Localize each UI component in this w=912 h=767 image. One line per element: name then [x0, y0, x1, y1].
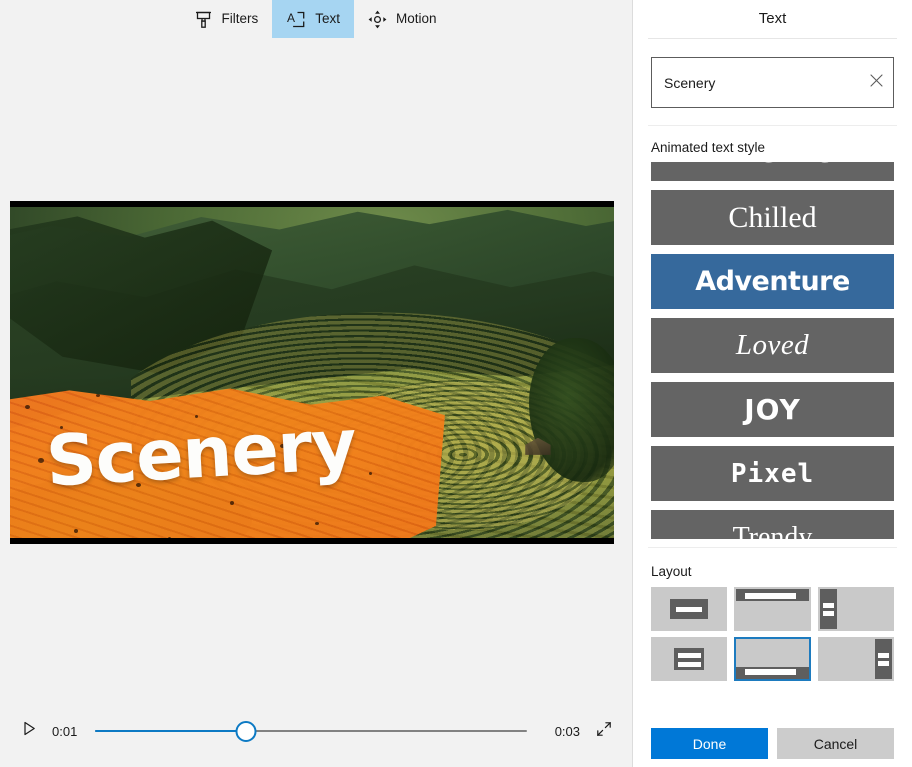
style-item-label: Trendy: [733, 524, 813, 540]
tab-filters-label: Filters: [221, 12, 258, 26]
layout-option-left-side[interactable]: [818, 587, 894, 631]
motion-arrows-icon: [368, 10, 387, 29]
layout-option-centered-box[interactable]: [651, 587, 727, 631]
scrubber-thumb[interactable]: [236, 721, 257, 742]
layout-option-top-banner[interactable]: [734, 587, 810, 631]
tab-text-label: Text: [315, 12, 340, 26]
animated-style-scroll: ELECTRO Chilled Adventure Loved JOY Pixe…: [651, 162, 894, 539]
expand-icon: [596, 721, 612, 742]
style-item-adventure[interactable]: Adventure: [651, 254, 894, 309]
style-item-label: Loved: [736, 331, 809, 360]
style-item-pixel[interactable]: Pixel: [651, 446, 894, 501]
clear-text-button[interactable]: [859, 58, 893, 107]
panel-footer-buttons: Done Cancel: [633, 728, 912, 759]
text-input-section: [633, 39, 912, 108]
style-item-label: JOY: [744, 396, 801, 424]
style-item-trendy[interactable]: Trendy: [651, 510, 894, 539]
tab-filters[interactable]: Filters: [181, 0, 272, 38]
layout-label: Layout: [633, 548, 912, 587]
animated-style-label: Animated text style: [633, 126, 912, 162]
letterbox-bottom: [10, 538, 614, 544]
style-item-electro[interactable]: ELECTRO: [651, 162, 894, 181]
total-time-label: 0:03: [555, 724, 580, 739]
video-editor-text-screen: Filters A Text: [0, 0, 912, 767]
play-icon: [23, 721, 36, 741]
letterbox-top: [10, 201, 614, 207]
style-item-label: Pixel: [731, 461, 814, 487]
layout-option-bottom-banner[interactable]: [734, 637, 810, 681]
text-properties-panel: Text Animated text style ELECTRO: [633, 0, 912, 767]
text-input[interactable]: [652, 75, 859, 91]
layout-option-centered-two-line[interactable]: [651, 637, 727, 681]
playback-controls: 0:01 0:03: [16, 714, 616, 748]
style-item-loved[interactable]: Loved: [651, 318, 894, 373]
video-preview[interactable]: Scenery: [10, 201, 614, 544]
tab-motion[interactable]: Motion: [354, 0, 451, 38]
style-item-label: ELECTRO: [708, 162, 837, 167]
style-item-label: Chilled: [728, 203, 816, 233]
svg-text:A: A: [287, 11, 295, 25]
effect-tab-bar: Filters A Text: [0, 0, 632, 38]
layout-grid: [651, 587, 894, 681]
current-time-label: 0:01: [52, 724, 77, 739]
playback-scrubber[interactable]: [95, 721, 526, 741]
done-button[interactable]: Done: [651, 728, 768, 759]
fullscreen-button[interactable]: [592, 719, 616, 743]
animated-style-list[interactable]: ELECTRO Chilled Adventure Loved JOY Pixe…: [651, 162, 894, 539]
brush-icon: [195, 10, 212, 29]
preview-overlay-text: Scenery: [44, 411, 357, 495]
cancel-button[interactable]: Cancel: [777, 728, 894, 759]
editor-left-pane: Filters A Text: [0, 0, 632, 767]
style-item-chilled[interactable]: Chilled: [651, 190, 894, 245]
text-input-field[interactable]: [651, 57, 894, 108]
tab-motion-label: Motion: [396, 12, 437, 26]
style-item-joy[interactable]: JOY: [651, 382, 894, 437]
style-item-label: Adventure: [695, 268, 850, 295]
close-icon: [870, 74, 883, 92]
play-button[interactable]: [16, 718, 42, 744]
text-box-icon: A: [286, 10, 306, 29]
scrubber-fill: [95, 730, 246, 732]
tab-text[interactable]: A Text: [272, 0, 354, 38]
layout-option-right-side[interactable]: [818, 637, 894, 681]
panel-title: Text: [633, 0, 912, 38]
